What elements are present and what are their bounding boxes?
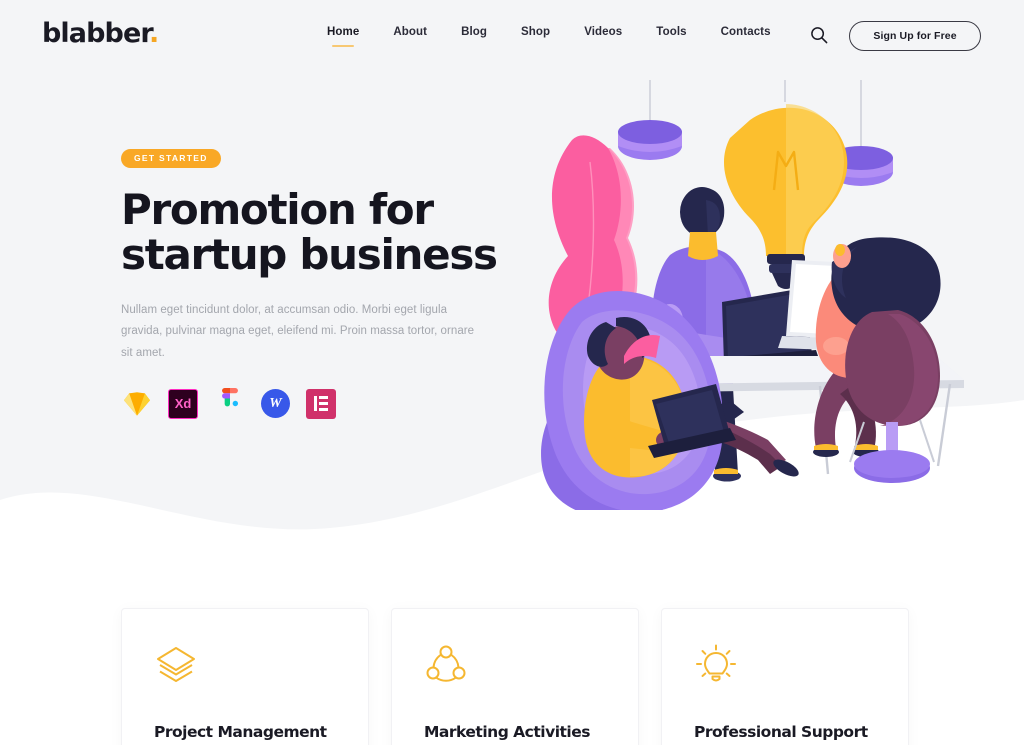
wordpress-label: W xyxy=(269,395,282,411)
sketch-icon[interactable] xyxy=(121,388,152,419)
get-started-badge[interactable]: GET STARTED xyxy=(121,149,221,169)
search-icon[interactable] xyxy=(810,26,828,44)
feature-card-project-management[interactable]: Project Management xyxy=(121,608,369,745)
elementor-bars-group xyxy=(319,396,329,412)
layers-icon xyxy=(154,643,198,687)
wordpress-icon[interactable]: W xyxy=(261,389,290,419)
signup-button[interactable]: Sign Up for Free xyxy=(849,21,981,51)
elementor-bar-1 xyxy=(319,396,329,400)
adobe-xd-icon[interactable]: Xd xyxy=(168,388,198,419)
network-nodes-icon xyxy=(424,643,468,687)
team-collaboration-illustration xyxy=(520,70,1020,510)
nav-item-contacts[interactable]: Contacts xyxy=(704,26,788,38)
hero-title-line-1: Promotion for xyxy=(121,185,434,235)
nav-label: About xyxy=(393,26,428,38)
nav-item-tools[interactable]: Tools xyxy=(639,26,703,38)
logo-dot: . xyxy=(148,18,159,49)
feature-card-marketing-activities[interactable]: Marketing Activities xyxy=(391,608,639,745)
hero-content: GET STARTED Promotion for startup busine… xyxy=(121,148,521,419)
lightbulb-graphic xyxy=(723,104,848,289)
feature-card-title: Marketing Activities xyxy=(424,723,590,741)
nav-label: Home xyxy=(327,26,360,38)
nav-item-blog[interactable]: Blog xyxy=(444,26,504,38)
figma-icon[interactable] xyxy=(214,388,245,419)
feature-card-title: Project Management xyxy=(154,723,327,741)
seated-person-right xyxy=(813,237,941,483)
landing-page: blabber. Home About Blog Shop Videos Too… xyxy=(0,0,1024,745)
nav-label: Videos xyxy=(584,26,623,38)
elementor-bar-vertical xyxy=(313,396,317,412)
nav-label: Shop xyxy=(521,26,551,38)
tool-logos-row: Xd W xyxy=(121,388,521,419)
nav-item-home[interactable]: Home xyxy=(310,26,376,47)
nav-label: Contacts xyxy=(720,26,771,38)
elementor-bar-3 xyxy=(319,408,329,412)
logo[interactable]: blabber. xyxy=(42,18,159,49)
pendant-lamp-left xyxy=(618,120,682,160)
main-navigation: Home About Blog Shop Videos Tools Contac… xyxy=(310,26,788,47)
feature-cards: Project Management Marketing Activities xyxy=(121,608,909,745)
nav-label: Blog xyxy=(461,26,488,38)
hero-paragraph: Nullam eget tincidunt dolor, at accumsan… xyxy=(121,304,475,359)
nav-item-videos[interactable]: Videos xyxy=(567,26,639,38)
nav-item-about[interactable]: About xyxy=(376,26,444,38)
adobe-xd-label: Xd xyxy=(174,396,192,412)
lightbulb-icon xyxy=(694,643,738,687)
nav-item-shop[interactable]: Shop xyxy=(504,26,567,38)
hero-title-line-2: startup business xyxy=(121,230,498,280)
elementor-icon[interactable] xyxy=(306,388,336,419)
logo-text: blabber xyxy=(42,18,150,49)
active-nav-underline xyxy=(332,45,355,47)
site-header: blabber. Home About Blog Shop Videos Too… xyxy=(0,0,1024,70)
elementor-bar-2 xyxy=(319,402,329,406)
nav-label: Tools xyxy=(656,26,687,38)
feature-card-professional-support[interactable]: Professional Support xyxy=(661,608,909,745)
hero-title: Promotion for startup business xyxy=(121,185,521,280)
feature-card-title: Professional Support xyxy=(694,723,868,741)
